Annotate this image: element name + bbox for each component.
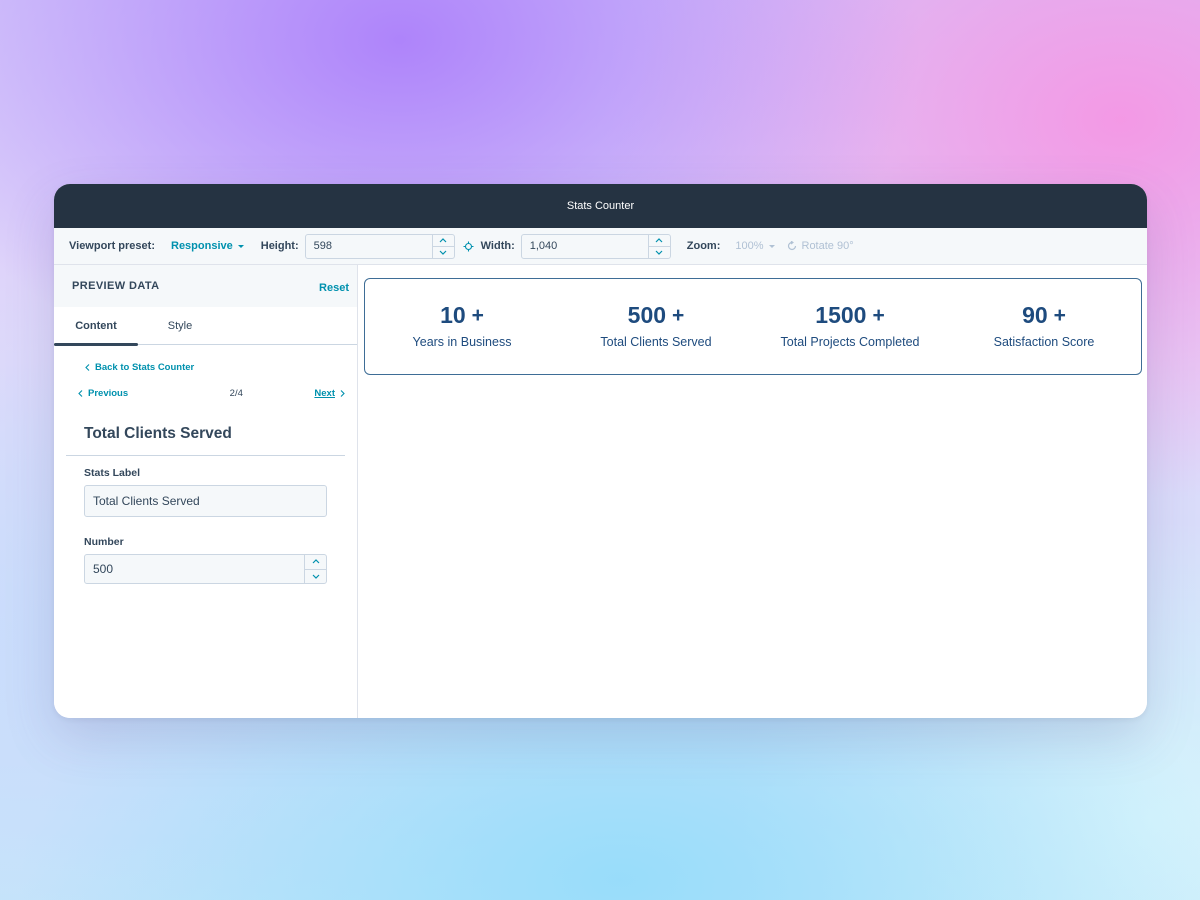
- number-field-label: Number: [84, 536, 124, 548]
- number-value[interactable]: 500: [85, 555, 304, 583]
- stat-value: 10: [440, 302, 466, 328]
- stat-value: 90: [1022, 302, 1048, 328]
- stat-number: 500 +: [628, 302, 685, 329]
- zoom-label: Zoom:: [686, 240, 721, 252]
- previous-button[interactable]: Previous: [78, 388, 128, 399]
- preview-data-panel: PREVIEW DATA Reset Content Style Back to…: [54, 265, 358, 718]
- width-value[interactable]: 1,040: [522, 235, 648, 258]
- width-stepper: [647, 234, 670, 258]
- tab-content[interactable]: Content: [54, 307, 138, 346]
- width-label: Width:: [480, 240, 515, 252]
- chevron-down-icon: [768, 244, 775, 248]
- stats-counter-module: 10 + Years in Business 500 + Total Clien…: [364, 278, 1142, 375]
- reset-button[interactable]: Reset: [319, 282, 349, 294]
- stat-item: 90 + Satisfaction Score: [947, 302, 1141, 349]
- height-label: Height:: [260, 240, 299, 252]
- height-increment-icon[interactable]: [433, 235, 454, 246]
- item-pager: Previous 2/4 Next: [78, 388, 345, 399]
- stat-suffix: +: [471, 303, 484, 327]
- chevron-down-icon: [237, 244, 244, 248]
- zoom-dropdown[interactable]: 100%: [735, 240, 775, 252]
- stat-label: Total Clients Served: [600, 335, 712, 349]
- width-decrement-icon[interactable]: [648, 245, 670, 258]
- rotate-button[interactable]: Rotate 90°: [787, 240, 854, 252]
- panel-tabs: Content Style: [54, 307, 357, 346]
- stat-number: 10 +: [440, 302, 484, 329]
- panel-header: PREVIEW DATA Reset: [54, 265, 357, 307]
- chevron-right-icon: [340, 390, 345, 397]
- stat-number: 1500 +: [815, 302, 884, 329]
- tab-style[interactable]: Style: [138, 307, 222, 344]
- viewport-preset-label: Viewport preset:: [69, 240, 155, 252]
- viewport-preset-value: Responsive: [171, 240, 233, 252]
- previous-label: Previous: [88, 388, 129, 399]
- stat-value: 1500: [815, 302, 867, 328]
- stat-item: 10 + Years in Business: [365, 302, 559, 349]
- item-title: Total Clients Served: [84, 425, 232, 442]
- link-dimensions-icon[interactable]: [463, 241, 474, 252]
- preview-window: Stats Counter Viewport preset: Responsiv…: [54, 184, 1147, 718]
- zoom-value: 100%: [735, 240, 764, 252]
- toolbar: Viewport preset: Responsive Height: 598: [54, 228, 1147, 265]
- stat-suffix: +: [872, 303, 885, 327]
- page-count: 2/4: [229, 388, 243, 399]
- number-stepper: [304, 555, 326, 583]
- stat-number: 90 +: [1022, 302, 1066, 329]
- number-increment-icon[interactable]: [305, 555, 326, 569]
- preview-canvas: 10 + Years in Business 500 + Total Clien…: [358, 265, 1147, 718]
- stat-label: Years in Business: [412, 335, 512, 349]
- height-value[interactable]: 598: [306, 235, 432, 258]
- panel-title: PREVIEW DATA: [72, 280, 160, 292]
- divider: [66, 455, 345, 456]
- stat-label: Total Projects Completed: [780, 335, 920, 349]
- height-decrement-icon[interactable]: [432, 245, 454, 258]
- width-input[interactable]: 1,040: [520, 233, 671, 259]
- chevron-left-icon: [85, 364, 90, 371]
- stats-label-input[interactable]: Total Clients Served: [84, 485, 327, 517]
- chevron-left-icon: [78, 390, 83, 397]
- number-decrement-icon[interactable]: [305, 568, 326, 584]
- stat-item: 500 + Total Clients Served: [559, 302, 753, 349]
- next-button[interactable]: Next: [314, 388, 345, 399]
- stat-label: Satisfaction Score: [993, 335, 1095, 349]
- stat-suffix: +: [1053, 303, 1066, 327]
- stats-label-field-label: Stats Label: [84, 467, 141, 479]
- back-link[interactable]: Back to Stats Counter: [85, 362, 357, 373]
- width-increment-icon[interactable]: [649, 235, 670, 246]
- stat-value: 500: [627, 302, 667, 328]
- viewport-preset-dropdown[interactable]: Responsive: [171, 240, 244, 252]
- rotate-icon: [787, 241, 796, 251]
- next-label: Next: [314, 388, 335, 399]
- height-input[interactable]: 598: [304, 233, 455, 259]
- height-stepper: [431, 234, 454, 258]
- title-bar: Stats Counter: [54, 184, 1147, 228]
- back-link-label: Back to Stats Counter: [95, 362, 195, 373]
- stat-item: 1500 + Total Projects Completed: [753, 302, 947, 349]
- number-input[interactable]: 500: [84, 554, 327, 584]
- window-title: Stats Counter: [566, 200, 635, 212]
- stat-suffix: +: [672, 303, 685, 327]
- rotate-label: Rotate 90°: [801, 240, 854, 252]
